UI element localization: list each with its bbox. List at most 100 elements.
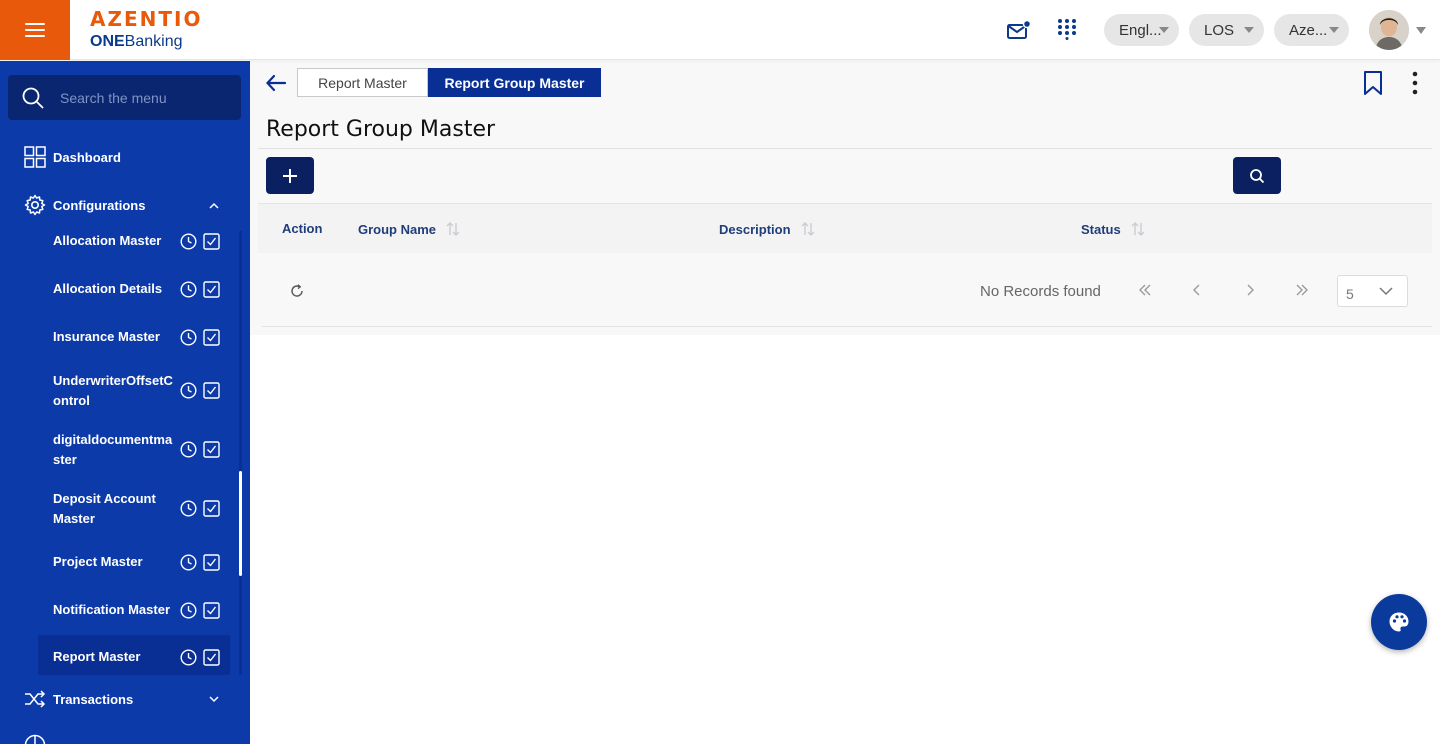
language-select[interactable]: Engl... — [1104, 14, 1179, 46]
add-button[interactable] — [266, 157, 314, 194]
user-avatar[interactable] — [1369, 10, 1409, 50]
tab-report-group-master[interactable]: Report Group Master — [428, 68, 601, 97]
app-logo[interactable]: AZENTIO ONEBanking — [90, 8, 202, 52]
approve-checkbox-icon[interactable] — [203, 281, 220, 298]
sidebar-item-underwriter-offset-control[interactable]: UnderwriterOffsetC ontrol — [38, 370, 230, 412]
menu-search-input[interactable] — [60, 89, 230, 106]
history-clock-icon[interactable] — [180, 441, 197, 458]
sidebar-item-insurance-master[interactable]: Insurance Master — [38, 324, 230, 350]
top-header: AZENTIO ONEBanking Engl... LOS Aze... — [0, 0, 1440, 60]
history-clock-icon[interactable] — [180, 233, 197, 250]
menu-search — [8, 75, 241, 120]
sidebar-item-label: Insurance Master — [53, 329, 160, 344]
history-clock-icon[interactable] — [180, 329, 197, 346]
approve-checkbox-icon[interactable] — [203, 382, 220, 399]
column-label: Description — [719, 221, 791, 237]
user-photo-icon — [1369, 10, 1409, 50]
sort-icon[interactable] — [1130, 221, 1146, 237]
module-value: LOS — [1204, 21, 1235, 39]
sidebar-item-transactions[interactable]: Transactions — [24, 688, 133, 710]
page-title: Report Group Master — [266, 117, 496, 142]
chevron-down-icon[interactable] — [209, 694, 219, 704]
dashboard-icon — [24, 146, 46, 168]
history-clock-icon[interactable] — [180, 554, 197, 571]
shuffle-icon — [25, 690, 46, 708]
sidebar-item-label: Project Master — [53, 554, 143, 569]
rows-per-page-select[interactable]: 5 — [1337, 275, 1408, 307]
sort-icon[interactable] — [445, 221, 461, 237]
menu-toggle-button[interactable] — [0, 0, 70, 60]
history-clock-icon[interactable] — [180, 281, 197, 298]
sidebar-item-label: digitaldocumentma ster — [53, 432, 173, 467]
sidebar-item-project-master[interactable]: Project Master — [38, 549, 230, 575]
hamburger-icon — [25, 23, 45, 37]
palette-icon — [1389, 612, 1409, 632]
history-clock-icon[interactable] — [180, 382, 197, 399]
search-button[interactable] — [1233, 157, 1281, 194]
gear-icon — [24, 194, 46, 216]
history-clock-icon[interactable] — [180, 500, 197, 517]
bookmark-icon[interactable] — [1363, 70, 1383, 96]
main-content: Report Master Report Group Master Report… — [250, 61, 1440, 744]
column-label: Action — [282, 221, 323, 236]
sidebar-item-deposit-account-master[interactable]: Deposit Account Master — [38, 488, 230, 530]
sidebar-item-label: Allocation Details — [53, 281, 163, 296]
sort-icon[interactable] — [800, 221, 816, 237]
brand-name: AZENTIO — [90, 7, 203, 31]
mail-icon[interactable] — [1006, 19, 1032, 43]
sidebar-item-dashboard[interactable]: Dashboard — [24, 146, 121, 168]
entity-value: Aze... — [1289, 21, 1328, 39]
more-options-icon[interactable] — [1411, 70, 1419, 96]
tab-report-master[interactable]: Report Master — [297, 68, 428, 97]
approve-checkbox-icon[interactable] — [203, 602, 220, 619]
history-clock-icon[interactable] — [180, 649, 197, 666]
sidebar-item-label: Configurations — [53, 197, 146, 213]
sidebar-item-notification-master[interactable]: Notification Master — [38, 597, 230, 623]
approve-checkbox-icon[interactable] — [203, 554, 220, 571]
approve-checkbox-icon[interactable] — [203, 441, 220, 458]
sidebar-item-label: Dashboard — [53, 149, 121, 165]
empty-state-text: No Records found — [980, 283, 1101, 300]
approve-checkbox-icon[interactable] — [203, 500, 220, 517]
reports-chart-icon[interactable] — [24, 734, 46, 744]
sidebar-item-allocation-details[interactable]: Allocation Details — [38, 276, 230, 302]
language-value: Engl... — [1119, 21, 1162, 39]
sidebar-item-label: Transactions — [53, 691, 134, 707]
caret-down-icon[interactable] — [1416, 27, 1426, 34]
last-page-icon[interactable] — [1293, 281, 1311, 299]
column-header-status[interactable]: Status — [1081, 221, 1146, 237]
column-label: Status — [1081, 221, 1121, 237]
caret-down-icon — [1329, 27, 1339, 33]
module-select[interactable]: LOS — [1189, 14, 1264, 46]
apps-grid-icon[interactable] — [1056, 18, 1078, 40]
approve-checkbox-icon[interactable] — [203, 233, 220, 250]
theme-palette-button[interactable] — [1371, 594, 1427, 650]
table-paginator: No Records found 5 — [262, 257, 1432, 327]
refresh-icon[interactable] — [289, 283, 305, 299]
approve-checkbox-icon[interactable] — [203, 649, 220, 666]
column-header-description[interactable]: Description — [719, 221, 816, 237]
divider — [258, 148, 1432, 149]
sidebar-item-report-master[interactable]: Report Master — [38, 635, 230, 675]
approve-checkbox-icon[interactable] — [203, 329, 220, 346]
first-page-icon[interactable] — [1136, 281, 1154, 299]
history-clock-icon[interactable] — [180, 602, 197, 619]
main-panel: Report Master Report Group Master Report… — [250, 61, 1440, 335]
sidebar-item-label: Report Master — [53, 649, 141, 664]
sidebar-scroll-track[interactable] — [239, 231, 242, 675]
sidebar-scrollbar-thumb[interactable] — [239, 471, 242, 576]
chevron-up-icon[interactable] — [209, 201, 219, 211]
rows-per-page-value: 5 — [1346, 286, 1354, 302]
sidebar-item-label: Notification Master — [53, 602, 171, 617]
search-icon — [22, 87, 44, 109]
back-arrow-icon[interactable] — [264, 71, 288, 95]
next-page-icon[interactable] — [1241, 281, 1259, 299]
sidebar-item-allocation-master[interactable]: Allocation Master — [38, 228, 230, 254]
sidebar-item-digital-document-master[interactable]: digitaldocumentma ster — [38, 429, 230, 471]
search-icon — [1250, 168, 1265, 183]
column-header-group-name[interactable]: Group Name — [358, 221, 461, 237]
previous-page-icon[interactable] — [1188, 281, 1206, 299]
entity-select[interactable]: Aze... — [1274, 14, 1349, 46]
sidebar-item-configurations[interactable]: Configurations — [24, 194, 145, 216]
caret-down-icon — [1244, 27, 1254, 33]
